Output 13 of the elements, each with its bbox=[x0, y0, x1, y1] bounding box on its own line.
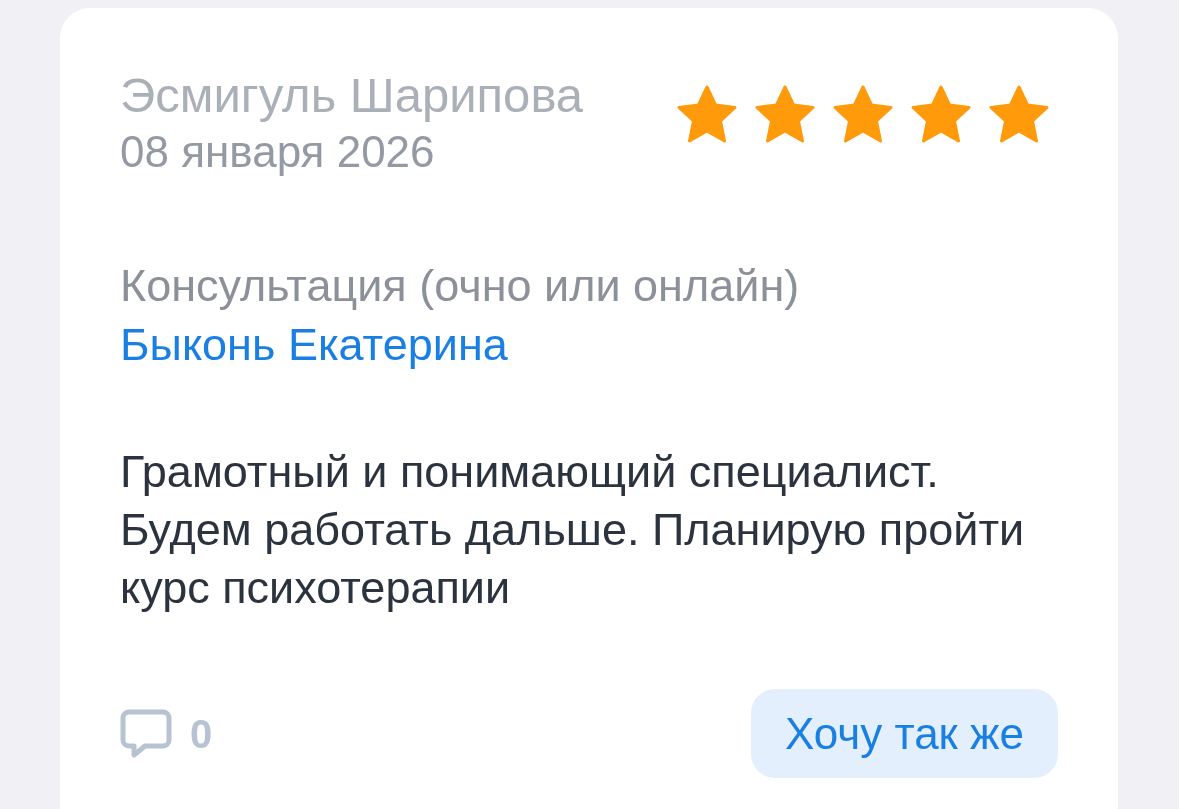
author-name: Эсмигуль Шарипова bbox=[120, 67, 584, 123]
star-icon bbox=[988, 85, 1050, 145]
star-icon bbox=[676, 85, 738, 145]
same-wish-button[interactable]: Хочу так же bbox=[751, 689, 1058, 778]
service-name: Консультация (очно или онлайн) bbox=[120, 259, 800, 313]
star-icon bbox=[910, 85, 972, 145]
review-text: Грамотный и понимающий специалист. Будем работать дальше. Планирую пройти курс психотерапии bbox=[120, 445, 1026, 615]
star-icon bbox=[832, 85, 894, 145]
review-date: 08 января 2026 bbox=[120, 126, 436, 178]
star-icon bbox=[754, 85, 816, 145]
comment-icon[interactable] bbox=[120, 708, 172, 759]
comment-count: 0 bbox=[190, 710, 213, 757]
specialist-link[interactable]: Быконь Екатерина bbox=[120, 317, 508, 373]
